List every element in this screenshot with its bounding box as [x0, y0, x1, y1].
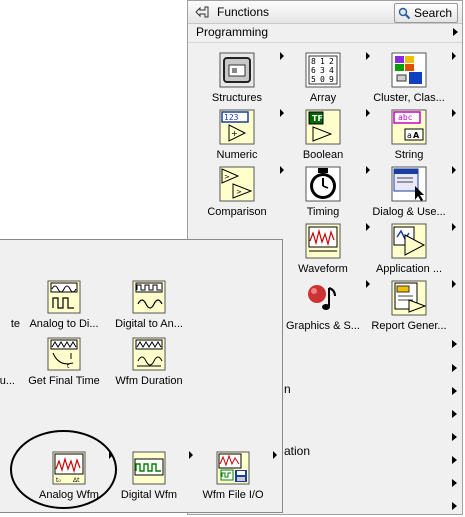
- array-cell: 1: [320, 57, 325, 66]
- svg-text:>: >: [236, 188, 242, 196]
- subpalette-item-wfm-duration[interactable]: Wfm Duration: [107, 337, 191, 393]
- palette-item-graphics-sound[interactable]: Graphics & S...: [280, 280, 370, 336]
- palette-item-label: Timing: [306, 206, 340, 218]
- expand-arrow-icon[interactable]: [452, 340, 457, 348]
- waveform-file-io-icon: [216, 451, 250, 485]
- palette-item-timing[interactable]: Timing: [280, 166, 370, 222]
- category-label-partial: n: [284, 382, 291, 396]
- category-label: Programming: [196, 25, 269, 39]
- palette-item-label: Comparison: [207, 206, 267, 218]
- palette-item-label: String: [394, 149, 424, 161]
- array-cell: 0: [320, 75, 325, 84]
- palette-item-label: Boolean: [302, 149, 344, 161]
- expand-arrow-icon[interactable]: [452, 387, 457, 395]
- submenu-arrow-icon: [452, 166, 456, 174]
- highlight-ellipse: [10, 430, 117, 509]
- cluster-class-icon: [391, 52, 427, 88]
- subpalette-item-label: Wfm Duration: [115, 375, 183, 387]
- numeric-icon: 123 +: [219, 109, 255, 145]
- palette-item-label: Graphics & S...: [286, 320, 360, 332]
- subpalette-item-label: Wfm File I/O: [202, 489, 264, 501]
- boolean-icon: TF: [305, 109, 341, 145]
- palette-item-dialog-user-interface[interactable]: Dialog & Use...: [366, 166, 456, 222]
- svg-text:a: a: [407, 131, 412, 140]
- palette-item-label: Dialog & Use...: [372, 206, 446, 218]
- waveform-icon: [305, 223, 341, 259]
- submenu-arrow-icon: [452, 109, 456, 117]
- subpalette-item-analog-to-digital[interactable]: Analog to Di...: [22, 280, 106, 336]
- palette-item-array[interactable]: 8 1 2 6 3 4 5 0 9 Array: [280, 52, 370, 108]
- submenu-arrow-icon: [452, 52, 456, 60]
- category-label-partial: ation: [284, 444, 311, 458]
- palette-item-numeric[interactable]: 123 + Numeric: [194, 109, 284, 165]
- boolean-icon-text: TF: [312, 114, 323, 123]
- search-button[interactable]: Search: [393, 3, 458, 23]
- digital-waveform-icon: [132, 451, 166, 485]
- palette-item-cluster-class[interactable]: Cluster, Clas...: [366, 52, 456, 108]
- expand-arrow-icon: [453, 28, 458, 36]
- array-icon: 8 1 2 6 3 4 5 0 9: [305, 52, 341, 88]
- expand-arrow-icon[interactable]: [452, 456, 457, 464]
- graphics-sound-icon: [308, 285, 336, 310]
- expand-arrow-icon[interactable]: [452, 364, 457, 372]
- expand-arrow-icon[interactable]: [452, 502, 457, 510]
- analog-to-digital-icon: [47, 280, 81, 314]
- palette-item-label: Cluster, Clas...: [373, 92, 445, 104]
- palette-item-label: Waveform: [298, 263, 348, 275]
- array-cell: 9: [329, 75, 334, 84]
- svg-text:A: A: [413, 131, 420, 140]
- subpalette-item-wfm-file-io[interactable]: Wfm File I/O: [191, 451, 277, 507]
- string-icon: abc a A: [391, 109, 427, 145]
- expand-arrow-icon[interactable]: [452, 433, 457, 441]
- dialog-icon: [391, 166, 427, 202]
- palette-item-label: Application ...: [375, 263, 443, 275]
- subpalette-item-digital-wfm[interactable]: Digital Wfm: [107, 451, 193, 507]
- stopwatch-icon: [305, 166, 341, 202]
- palette-titlebar: Functions Search: [188, 1, 462, 24]
- report-generation-icon: [391, 280, 427, 316]
- palette-item-structures[interactable]: Structures: [194, 52, 284, 108]
- array-cell: 4: [329, 66, 334, 75]
- search-label: Search: [413, 6, 452, 20]
- palette-title: Functions: [217, 5, 270, 19]
- wfm-duration-icon: [132, 337, 166, 371]
- subpalette-item-get-final-time[interactable]: t Get Final Time: [22, 337, 106, 393]
- submenu-arrow-icon: [273, 451, 277, 459]
- array-cell: 3: [320, 66, 325, 75]
- palette-item-label: Structures: [211, 92, 263, 104]
- palette-item-boolean[interactable]: TF Boolean: [280, 109, 370, 165]
- numeric-icon-text: 123: [224, 113, 239, 122]
- palette-item-string[interactable]: abc a A String: [366, 109, 456, 165]
- array-cell: 8: [311, 57, 316, 66]
- palette-item-report-generation[interactable]: Report Gener...: [366, 280, 456, 336]
- pin-icon[interactable]: [194, 5, 210, 19]
- digital-to-analog-icon: [132, 280, 166, 314]
- expand-arrow-icon[interactable]: [452, 479, 457, 487]
- application-control-icon: [391, 223, 427, 259]
- expand-arrow-icon[interactable]: [452, 410, 457, 418]
- palette-item-label: Numeric: [216, 149, 258, 161]
- palette-item-label: Report Gener...: [371, 320, 447, 332]
- palette-item-label: Array: [309, 92, 337, 104]
- svg-text:>: >: [224, 173, 230, 181]
- palette-item-application-control[interactable]: Application ...: [366, 223, 456, 279]
- palette-item-comparison[interactable]: > > Comparison: [194, 166, 284, 222]
- subpalette-item-digital-to-analog[interactable]: Digital to An...: [107, 280, 191, 336]
- svg-text:+: +: [231, 129, 238, 138]
- string-icon-text: abc: [398, 113, 413, 122]
- array-cell: 6: [311, 66, 316, 75]
- array-cell: 2: [329, 57, 334, 66]
- get-final-time-icon: t: [47, 337, 81, 371]
- array-cell: 5: [311, 75, 316, 84]
- search-icon: [398, 7, 411, 19]
- structures-icon: [219, 52, 255, 88]
- palette-item-waveform[interactable]: Waveform: [280, 223, 370, 279]
- submenu-arrow-icon: [452, 280, 456, 288]
- subpalette-item-label: Digital to An...: [115, 318, 183, 330]
- category-programming[interactable]: Programming: [188, 23, 462, 43]
- submenu-arrow-icon: [452, 223, 456, 231]
- comparison-icon: > >: [219, 166, 255, 202]
